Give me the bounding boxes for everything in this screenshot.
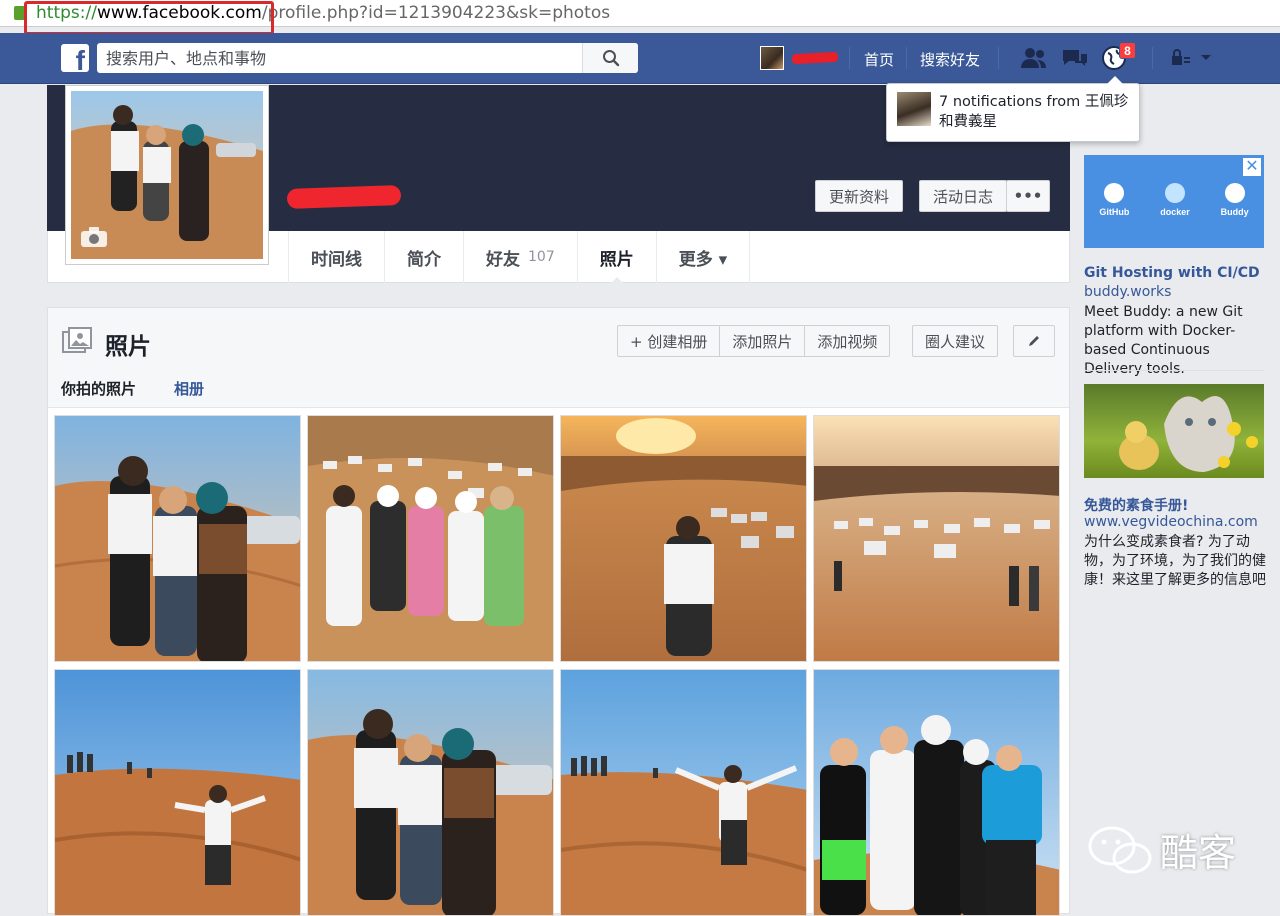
photo-thumbnail[interactable] <box>813 415 1060 662</box>
subtab-your-photos[interactable]: 你拍的照片 <box>61 378 136 399</box>
update-info-button[interactable]: 更新资料 <box>815 180 903 212</box>
messages-icon[interactable] <box>1061 45 1089 71</box>
ad-domain[interactable]: buddy.works <box>1084 284 1171 300</box>
photo-grid <box>54 415 1060 916</box>
photo-thumbnail[interactable] <box>813 669 1060 916</box>
search-bar <box>97 43 638 73</box>
profile-picture[interactable] <box>65 85 269 265</box>
ad-image-vegetarian[interactable] <box>1084 384 1264 478</box>
avatar <box>760 46 784 70</box>
facebook-logo-icon[interactable]: f <box>61 44 89 72</box>
photos-section: 照片 + 创建相册 添加照片 添加视频 圈人建议 你拍的照片 相册 <box>47 307 1070 916</box>
activity-log-button[interactable]: 活动日志 <box>919 180 1007 212</box>
wechat-logo-icon <box>1088 826 1152 873</box>
buddy-logo: Buddy <box>1221 183 1249 217</box>
tab-more[interactable]: 更多 ▾ <box>655 231 751 283</box>
ad-title[interactable]: Git Hosting with CI/CD T... <box>1084 265 1264 281</box>
ad-logo-row: GitHub docker Buddy <box>1084 183 1264 217</box>
tag-suggestions-button[interactable]: 圈人建议 <box>913 326 997 356</box>
docker-logo: docker <box>1160 183 1190 217</box>
url-protocol: https:// <box>36 3 97 23</box>
photos-header: 照片 + 创建相册 添加照片 添加视频 圈人建议 你拍的照片 相册 <box>48 308 1069 408</box>
create-album-button[interactable]: + 创建相册 <box>618 326 721 356</box>
edit-button[interactable] <box>1013 325 1055 357</box>
url-domain: www.facebook.com <box>96 3 262 23</box>
ad-image-buddy[interactable]: ✕ GitHub docker Buddy <box>1084 155 1264 248</box>
search-icon <box>602 50 619 67</box>
redacted-name <box>791 51 839 65</box>
github-logo: GitHub <box>1099 183 1129 217</box>
tab-label: 更多 ▾ <box>678 249 728 270</box>
tab-label: 好友 <box>486 249 520 270</box>
photo-thumbnail[interactable] <box>560 415 807 662</box>
camera-icon[interactable] <box>80 226 108 248</box>
friends-count: 107 <box>528 249 555 265</box>
tag-suggestions-group: 圈人建议 <box>912 325 999 357</box>
ad-domain[interactable]: www.vegvideochina.com <box>1084 514 1258 530</box>
search-input[interactable] <box>97 44 582 72</box>
friend-requests-icon[interactable] <box>1020 45 1048 71</box>
photo-thumbnail[interactable] <box>54 669 301 916</box>
tab-label: 简介 <box>407 249 441 270</box>
notification-badge: 8 <box>1119 42 1136 59</box>
notification-avatar <box>897 92 931 126</box>
browser-url-bar[interactable]: https://www.facebook.com/profile.php?id=… <box>0 0 1280 27</box>
profile-shortcut[interactable] <box>760 46 839 70</box>
watermark: 酷客 <box>1088 822 1236 877</box>
tab-label: 照片 <box>599 249 634 270</box>
redacted-profile-name <box>286 185 402 209</box>
pencil-icon <box>1029 336 1039 346</box>
ad-title[interactable]: 免费的素食手册! <box>1084 495 1264 515</box>
ad-body: Meet Buddy: a new Git platform with Dock… <box>1084 304 1243 377</box>
notification-text: 7 notifications from 王佩珍和費義星 <box>939 94 1129 130</box>
search-button[interactable] <box>582 43 638 73</box>
tab-photos[interactable]: 照片 <box>576 231 656 284</box>
watermark-text: 酷客 <box>1160 831 1237 875</box>
tab-about[interactable]: 简介 <box>384 231 463 283</box>
find-friends-link[interactable]: 搜索好友 <box>920 49 980 70</box>
divider <box>1084 370 1264 371</box>
notification-popup[interactable]: 7 notifications from 王佩珍和費義星 <box>886 76 1140 142</box>
photo-thumbnail[interactable] <box>307 669 554 916</box>
photos-title: 照片 <box>105 334 151 360</box>
tab-timeline[interactable]: 时间线 <box>288 231 384 283</box>
privacy-settings-icon[interactable] <box>1166 45 1214 71</box>
ad-body: 为什么变成素食者? 为了动物，为了环境，为了我们的健康！来这里了解更多的信息吧 <box>1084 534 1266 588</box>
photo-thumbnail[interactable] <box>307 415 554 662</box>
tab-label: 时间线 <box>311 249 362 270</box>
more-options-button[interactable]: ••• <box>1006 180 1050 212</box>
add-video-button[interactable]: 添加视频 <box>805 326 889 356</box>
profile-tabs: 时间线 简介 好友 107 照片 更多 ▾ <box>288 231 751 284</box>
url-path: /profile.php?id=1213904223&sk=photos <box>261 3 611 23</box>
add-photos-button[interactable]: 添加照片 <box>720 326 806 356</box>
home-link[interactable]: 首页 <box>864 49 894 70</box>
close-icon[interactable]: ✕ <box>1243 158 1261 176</box>
photo-actions-group: + 创建相册 添加照片 添加视频 <box>617 325 891 357</box>
photo-thumbnail[interactable] <box>560 669 807 916</box>
photo-thumbnail[interactable] <box>54 415 301 662</box>
lock-icon <box>14 6 26 20</box>
tab-friends[interactable]: 好友 107 <box>463 231 577 283</box>
top-navbar: f 首页 搜索好友 <box>0 33 1280 84</box>
subtab-albums[interactable]: 相册 <box>174 378 204 399</box>
photos-section-icon <box>62 327 92 353</box>
